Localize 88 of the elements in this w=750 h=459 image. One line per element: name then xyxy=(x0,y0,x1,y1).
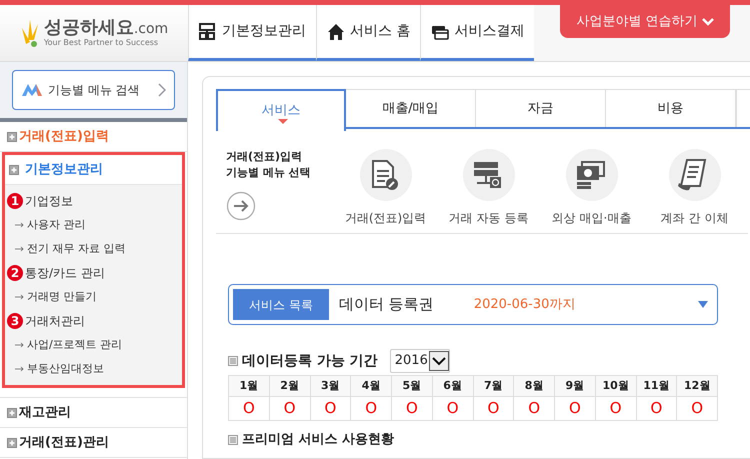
column-header: 11월 xyxy=(636,376,678,397)
table-cell: O xyxy=(636,397,678,421)
column-header: 8월 xyxy=(514,376,555,397)
plus-box-icon xyxy=(7,408,17,418)
section-title: 프리미엄 서비스 사용현황 xyxy=(242,433,394,447)
submenu-item[interactable]: 거래처관리 xyxy=(25,312,85,330)
category-tab[interactable]: 비용 xyxy=(606,89,736,127)
table-cell: O xyxy=(392,397,433,421)
arrow-right-icon xyxy=(15,222,25,228)
menu-item[interactable]: 기본정보관리 xyxy=(25,160,103,180)
column-header: 7월 xyxy=(474,376,514,397)
feature-intro-text: 기능별 메뉴 선택 xyxy=(226,165,312,181)
chevron-down-icon xyxy=(702,18,714,26)
document-edit-icon xyxy=(360,149,412,201)
practice-button[interactable]: 사업분야별 연습하기 xyxy=(560,5,730,38)
chevron-down-icon xyxy=(428,351,449,371)
plus-box-icon xyxy=(9,164,19,174)
feature-intro-text: 거래(전표)입력 xyxy=(226,149,304,165)
column-header: 5월 xyxy=(392,376,433,397)
menu-item[interactable]: 재고관리 xyxy=(19,402,71,422)
receipt-icon xyxy=(668,149,720,201)
table-cell: O xyxy=(432,397,474,421)
year-select[interactable]: 2016 xyxy=(390,349,450,373)
table-cell: O xyxy=(596,397,636,421)
service-name: 데이터 등록권 xyxy=(338,294,435,316)
table-cell: O xyxy=(310,397,352,421)
chevron-right-icon xyxy=(158,83,166,97)
category-tab[interactable]: 매출/매입 xyxy=(346,89,476,127)
logo-suffix[interactable]: .com xyxy=(134,22,168,36)
feature-button[interactable]: 외상 매입·매출 xyxy=(540,149,643,233)
submenu-item[interactable]: 거래명 만들기 xyxy=(27,288,96,306)
column-header: 6월 xyxy=(432,376,474,397)
pointer-triangle-icon xyxy=(278,119,288,124)
submenu-item[interactable]: 사업/프로젝트 관리 xyxy=(27,336,122,354)
nav-tab[interactable]: 서비스 홈 xyxy=(316,5,420,61)
table-cell: O xyxy=(555,397,596,421)
nav-tab[interactable]: 기본정보관리 xyxy=(188,5,316,61)
column-header: 4월 xyxy=(351,376,392,397)
table-cell: O xyxy=(677,397,718,421)
table-cell: O xyxy=(229,397,270,421)
submenu-item[interactable]: 부동산임대정보 xyxy=(27,360,104,378)
step-number-badge: 2 xyxy=(7,265,23,281)
column-header: 1월 xyxy=(229,376,270,397)
list-icon xyxy=(228,356,238,366)
ribbon-logo-icon xyxy=(21,83,43,97)
arrow-right-icon xyxy=(15,366,25,372)
server-sync-icon xyxy=(462,149,514,201)
service-list-label: 서비스 목록 xyxy=(233,289,329,320)
feature-button[interactable]: 거래 자동 등록 xyxy=(437,149,540,233)
column-header: 9월 xyxy=(555,376,596,397)
plus-box-icon xyxy=(7,132,17,142)
table-cell: O xyxy=(474,397,514,421)
table-cell: O xyxy=(514,397,555,421)
logo-tagline: Your Best Partner to Success xyxy=(44,39,160,47)
submenu-item[interactable]: 기업정보 xyxy=(25,192,73,210)
column-header: 2월 xyxy=(270,376,310,397)
feature-button[interactable]: 거래(전표)입력 xyxy=(334,149,437,233)
arrow-right-icon xyxy=(15,246,25,252)
tab-edge[interactable] xyxy=(736,89,750,127)
column-header: 12월 xyxy=(677,376,718,397)
table-cell: O xyxy=(270,397,310,421)
submenu-item[interactable]: 통장/카드 관리 xyxy=(25,264,105,282)
list-icon xyxy=(228,435,238,445)
category-tab[interactable]: 서비스 xyxy=(216,89,346,131)
expiry-date: 2020-06-30까지 xyxy=(474,296,576,314)
category-tab[interactable]: 자금 xyxy=(476,89,606,127)
nav-tab[interactable]: 서비스결제 xyxy=(420,5,534,61)
column-header: 3월 xyxy=(310,376,352,397)
arrow-right-icon xyxy=(15,342,25,348)
menu-search-button[interactable]: 기능별 메뉴 검색 xyxy=(12,70,175,110)
service-dropdown[interactable]: 서비스 목록 데이터 등록권 2020-06-30까지 xyxy=(228,284,718,325)
submenu-item[interactable]: 사용자 관리 xyxy=(27,216,86,234)
dropdown-triangle-icon xyxy=(698,301,708,308)
step-number-badge: 3 xyxy=(7,313,23,329)
section-title: 데이터등록 가능 기간 xyxy=(242,352,378,370)
feature-button[interactable]: 계좌 간 이체 xyxy=(643,149,746,233)
logo-name[interactable]: 성공하세요 xyxy=(44,19,134,37)
money-stack-icon xyxy=(566,149,618,201)
arrow-right-icon xyxy=(15,294,25,300)
home-icon xyxy=(327,22,345,40)
table-cell: O xyxy=(351,397,392,421)
submenu-item[interactable]: 전기 재무 자료 입력 xyxy=(27,240,126,258)
column-header: 10월 xyxy=(596,376,636,397)
arrow-circle-icon xyxy=(226,191,256,221)
plus-box-icon xyxy=(7,438,17,448)
menu-item[interactable]: 거래(전표)관리 xyxy=(19,432,109,452)
sitemap-icon xyxy=(199,22,217,40)
step-number-badge: 1 xyxy=(7,193,23,209)
